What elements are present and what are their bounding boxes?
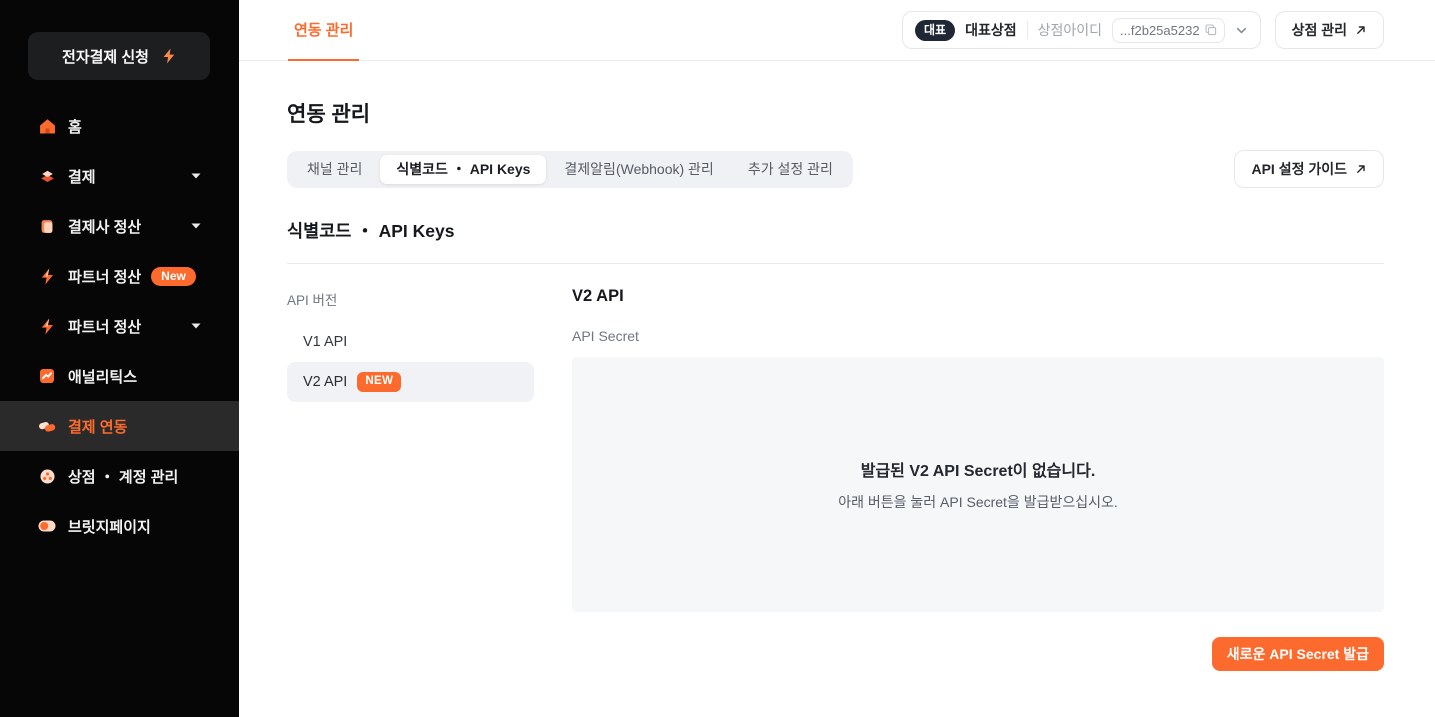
api-guide-button[interactable]: API 설정 가이드 [1234, 150, 1384, 188]
sidebar-item-home[interactable]: 홈 [0, 101, 239, 151]
tab-bar: 채널 관리 식별코드 ・ API Keys 결제알림(Webhook) 관리 추… [287, 151, 853, 188]
chevron-down-icon [191, 323, 201, 329]
sidebar-item-label: 파트너 정산 [68, 266, 141, 287]
sidebar-item-label: 결제사 정산 [68, 216, 141, 237]
store-id-value: ...f2b25a5232 [1120, 23, 1200, 38]
api-secret-label: API Secret [572, 328, 1384, 344]
sidebar-item-analytics[interactable]: 애널리틱스 [0, 351, 239, 401]
api-version-item-label: V1 API [303, 334, 347, 350]
copy-icon[interactable] [1205, 24, 1217, 36]
store-selector[interactable]: 대표 대표상점 상점아이디 ...f2b25a5232 [902, 11, 1261, 49]
detail-title: V2 API [572, 287, 1384, 306]
apply-epayment-button[interactable]: 전자결제 신청 [28, 32, 210, 80]
section-divider [287, 263, 1384, 264]
chevron-down-icon [191, 223, 201, 229]
sidebar-item-label: 홈 [68, 116, 82, 137]
sidebar-item-psp-settlement[interactable]: 결제사 정산 [0, 201, 239, 251]
analytics-icon [38, 367, 56, 385]
issue-api-secret-button[interactable]: 새로운 API Secret 발급 [1212, 637, 1384, 671]
store-type-badge: 대표 [915, 20, 955, 41]
card-icon [38, 217, 56, 235]
chevron-down-icon [191, 173, 201, 179]
toggle-icon [38, 517, 56, 535]
tab-label: 결제알림(Webhook) 관리 [564, 159, 713, 179]
tab-extra-settings[interactable]: 추가 설정 관리 [732, 155, 849, 184]
top-tab-label: 연동 관리 [294, 19, 353, 40]
top-tab-integration[interactable]: 연동 관리 [288, 0, 359, 61]
content: 연동 관리 채널 관리 식별코드 ・ API Keys 결제알림(Webhook… [239, 61, 1435, 671]
tab-webhook-management[interactable]: 결제알림(Webhook) 관리 [548, 155, 729, 184]
api-keys-panel: API 버전 V1 API V2 API NEW V2 API API Secr… [287, 289, 1384, 671]
sidebar-item-bridge-page[interactable]: 브릿지페이지 [0, 501, 239, 551]
tabs-row: 채널 관리 식별코드 ・ API Keys 결제알림(Webhook) 관리 추… [287, 150, 1384, 188]
lightning-icon [162, 48, 176, 64]
api-version-list: V1 API V2 API NEW [287, 322, 534, 402]
sidebar-item-label: 결제 [68, 166, 96, 187]
sidebar-item-label: 상점 ・ 계정 관리 [68, 466, 178, 487]
sidebar-item-payment-integration[interactable]: 결제 연동 [0, 401, 239, 451]
api-guide-label: API 설정 가이드 [1251, 159, 1347, 179]
sidebar-item-label: 파트너 정산 [68, 316, 141, 337]
manage-store-button[interactable]: 상점 관리 [1275, 11, 1384, 49]
tab-label: 식별코드 ・ API Keys [396, 159, 530, 179]
vertical-divider [1027, 21, 1028, 39]
header-right-group: 대표 대표상점 상점아이디 ...f2b25a5232 상점 관리 [902, 11, 1384, 49]
main-area: 연동 관리 대표 대표상점 상점아이디 ...f2b25a5232 [239, 0, 1435, 717]
tab-label: 채널 관리 [307, 159, 362, 179]
store-id-label: 상점아이디 [1038, 20, 1102, 40]
external-link-icon [1355, 24, 1367, 36]
sidebar-item-store-account[interactable]: 상점 ・ 계정 관리 [0, 451, 239, 501]
api-version-item-v1[interactable]: V1 API [287, 322, 534, 362]
new-badge: New [151, 267, 196, 286]
section-title: 식별코드 ・ API Keys [287, 218, 1384, 243]
bolt-icon [38, 317, 56, 335]
sidebar-item-label: 브릿지페이지 [68, 516, 151, 537]
empty-state-subtitle: 아래 버튼을 눌러 API Secret을 발급받으십시오. [838, 492, 1118, 512]
store-name: 대표상점 [965, 20, 1017, 40]
store-icon [38, 467, 56, 485]
external-link-icon [1355, 163, 1367, 175]
actions-row: 새로운 API Secret 발급 [572, 637, 1384, 671]
tab-channel-management[interactable]: 채널 관리 [291, 155, 378, 184]
api-detail-column: V2 API API Secret 발급된 V2 API Secret이 없습니… [572, 289, 1384, 671]
sidebar-item-partner-settlement[interactable]: 파트너 정산 [0, 301, 239, 351]
sidebar: 전자결제 신청 홈 결제 결제사 정산 [0, 0, 239, 717]
sidebar-item-partner-settlement-new[interactable]: 파트너 정산 New [0, 251, 239, 301]
api-version-item-v2[interactable]: V2 API NEW [287, 362, 534, 402]
store-id-pill[interactable]: ...f2b25a5232 [1112, 18, 1225, 43]
page-title: 연동 관리 [287, 98, 1384, 128]
api-version-column: API 버전 V1 API V2 API NEW [287, 289, 534, 671]
apply-epayment-label: 전자결제 신청 [62, 46, 149, 67]
new-badge: NEW [357, 372, 401, 392]
top-header: 연동 관리 대표 대표상점 상점아이디 ...f2b25a5232 [239, 0, 1435, 61]
home-icon [38, 117, 56, 135]
chevron-down-icon[interactable] [1235, 24, 1248, 37]
api-secret-empty-state: 발급된 V2 API Secret이 없습니다. 아래 버튼을 눌러 API S… [572, 357, 1384, 612]
tab-api-keys[interactable]: 식별코드 ・ API Keys [380, 155, 546, 184]
tab-label: 추가 설정 관리 [748, 159, 833, 179]
manage-store-label: 상점 관리 [1292, 20, 1347, 40]
pills-icon [38, 417, 56, 435]
sidebar-item-label: 애널리틱스 [68, 366, 137, 387]
layers-icon [38, 167, 56, 185]
bolt-icon [38, 267, 56, 285]
empty-state-title: 발급된 V2 API Secret이 없습니다. [861, 457, 1096, 481]
sidebar-nav: 홈 결제 결제사 정산 파트너 정산 New [0, 101, 239, 551]
api-version-item-label: V2 API [303, 374, 347, 390]
sidebar-item-payments[interactable]: 결제 [0, 151, 239, 201]
sidebar-item-label: 결제 연동 [68, 416, 127, 437]
api-version-label: API 버전 [287, 289, 534, 309]
